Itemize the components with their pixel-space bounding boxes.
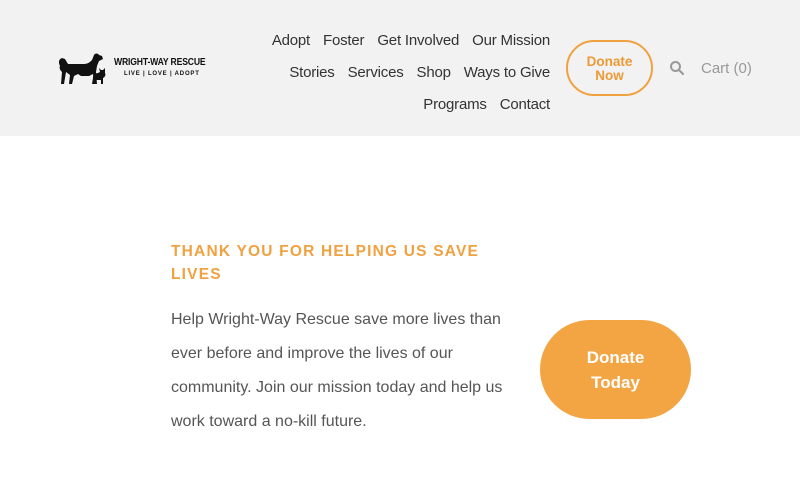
logo-tagline: LIVE | LOVE | ADOPT	[124, 71, 200, 77]
nav-row-3: Programs Contact	[250, 88, 550, 120]
nav-item-programs[interactable]: Programs	[423, 96, 487, 113]
main-nav: Adopt Foster Get Involved Our Mission St…	[250, 24, 550, 120]
donate-today-button[interactable]: Donate Today	[540, 320, 691, 419]
section-body-text: Help Wright-Way Rescue save more lives t…	[171, 311, 503, 430]
nav-item-services[interactable]: Services	[348, 64, 404, 81]
nav-item-adopt[interactable]: Adopt	[272, 32, 310, 49]
site-header: WRIGHT-WAY RESCUE LIVE | LOVE | ADOPT Ad…	[0, 0, 800, 136]
donate-today-line1: Donate	[586, 348, 645, 367]
site-logo[interactable]: WRIGHT-WAY RESCUE LIVE | LOVE | ADOPT	[56, 50, 206, 88]
nav-item-contact[interactable]: Contact	[500, 96, 550, 113]
search-icon[interactable]	[669, 60, 685, 76]
nav-item-get-involved[interactable]: Get Involved	[377, 32, 459, 49]
section-heading: THANK YOU FOR HELPING US SAVE LIVES	[171, 243, 480, 283]
nav-item-ways-to-give[interactable]: Ways to Give	[464, 64, 550, 81]
donate-today-line2: Today	[591, 373, 640, 392]
donate-now-line2: Now	[595, 68, 624, 83]
nav-row-2: Stories Services Shop Ways to Give	[250, 56, 550, 88]
dog-and-cat-icon	[58, 53, 106, 84]
nav-row-1: Adopt Foster Get Involved Our Mission	[250, 24, 550, 56]
nav-item-our-mission[interactable]: Our Mission	[472, 32, 550, 49]
cart-link[interactable]: Cart (0)	[701, 60, 752, 77]
nav-item-stories[interactable]: Stories	[289, 64, 334, 81]
nav-item-foster[interactable]: Foster	[323, 32, 365, 49]
donate-now-line1: Donate	[586, 54, 633, 69]
donate-now-button[interactable]: Donate Now	[566, 40, 653, 96]
nav-item-shop[interactable]: Shop	[417, 64, 451, 81]
logo-name: WRIGHT-WAY RESCUE	[114, 56, 206, 68]
